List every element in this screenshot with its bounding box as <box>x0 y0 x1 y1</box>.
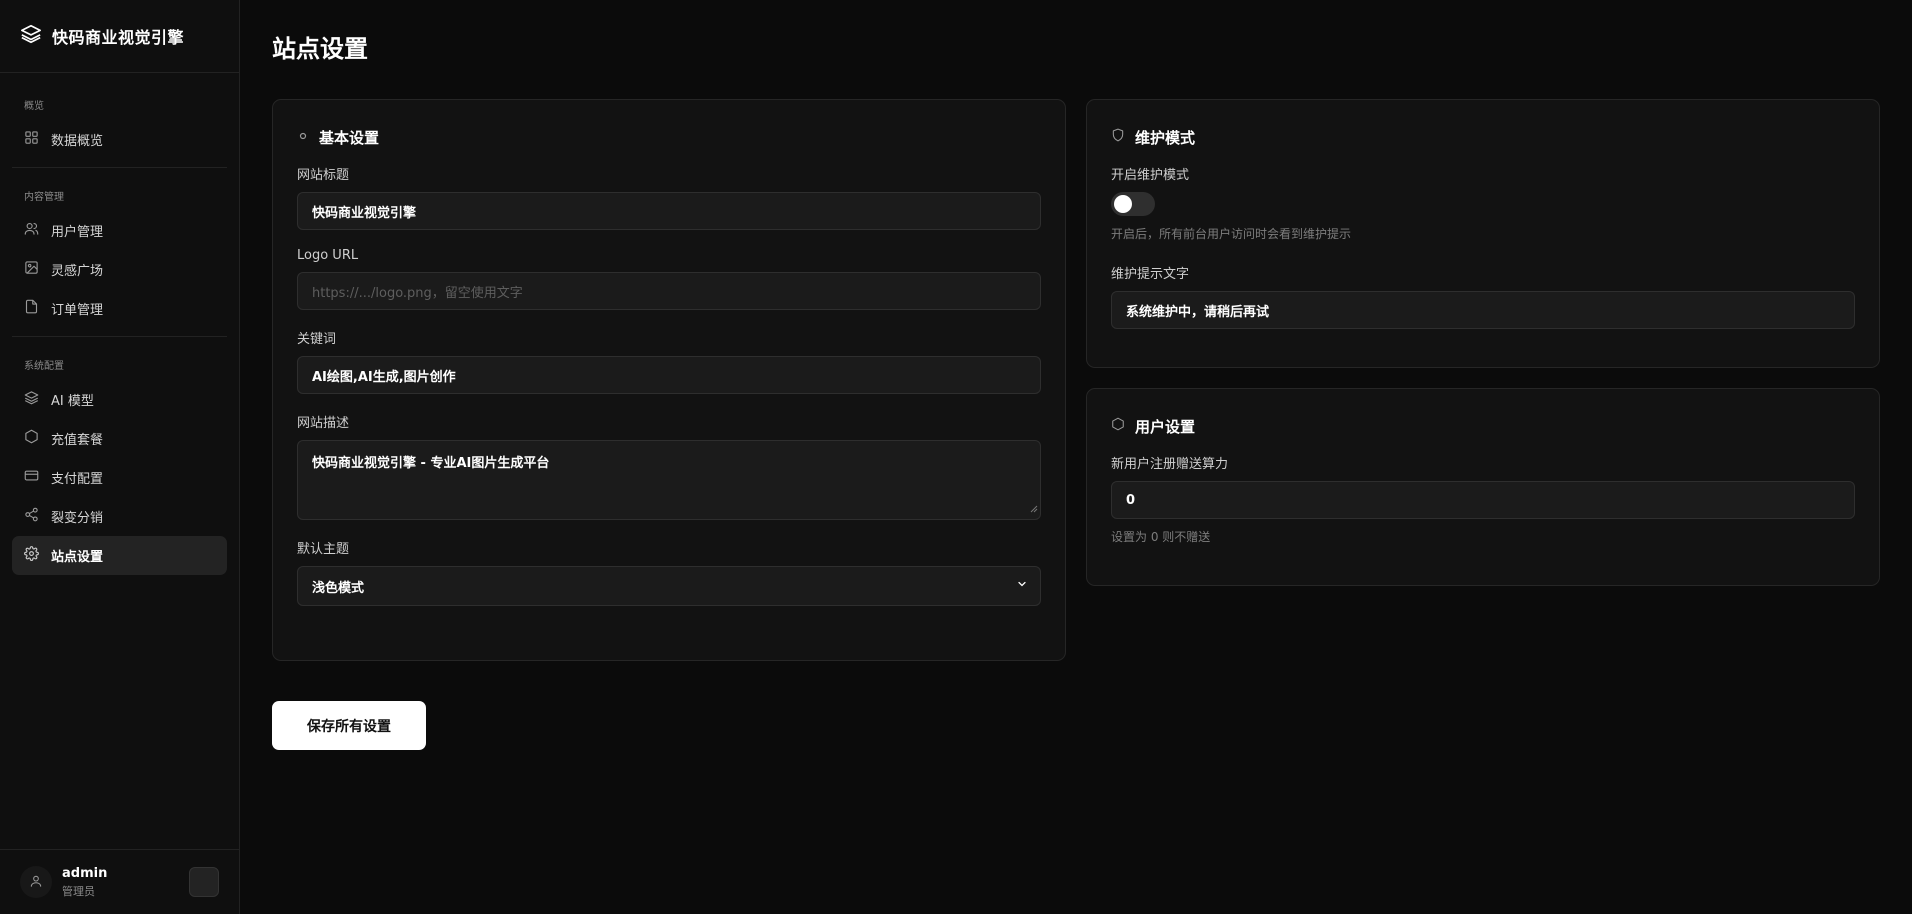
user-role: 管理员 <box>62 884 95 898</box>
chevron-down-icon <box>1016 578 1028 594</box>
nav-group-title-overview: 概览 <box>24 101 44 112</box>
sidebar-item-label: 站点设置 <box>51 550 104 565</box>
user-settings-title: 用户设置 <box>1135 417 1196 436</box>
sidebar-item-dashboard[interactable]: 数据概览 <box>12 120 227 159</box>
sidebar-item-payment[interactable]: 支付配置 <box>12 458 227 497</box>
description-textarea[interactable]: 快码商业视觉引擎 - 专业AI图片生成平台 <box>297 440 1041 520</box>
sidebar-item-users[interactable]: 用户管理 <box>12 211 227 250</box>
hexagon-icon <box>24 429 39 448</box>
card-icon <box>24 468 39 487</box>
sidebar-item-label: 订单管理 <box>51 303 104 318</box>
layers-icon <box>20 23 42 49</box>
sidebar-item-label: 裂变分销 <box>51 511 104 526</box>
nav-divider <box>12 336 227 337</box>
theme-select[interactable]: 浅色模式 <box>297 566 1041 606</box>
logo-url-label: Logo URL <box>297 248 359 263</box>
user-box: admin 管理员 <box>0 849 239 914</box>
nav-group-title-content: 内容管理 <box>24 192 64 203</box>
circle-icon <box>297 128 309 146</box>
main-content: 站点设置 基本设置 网站标题 快码商业视觉引擎 Logo URL https:/… <box>240 0 1912 914</box>
sidebar-item-label: 充值套餐 <box>51 433 104 448</box>
sidebar-item-label: 数据概览 <box>51 134 104 149</box>
basic-settings-title: 基本设置 <box>319 128 380 147</box>
site-title-field: 网站标题 快码商业视觉引擎 <box>297 164 1041 230</box>
toggle-knob <box>1114 195 1132 213</box>
keywords-input[interactable]: AI绘图,AI生成,图片创作 <box>297 356 1041 394</box>
maintenance-toggle-label: 开启维护模式 <box>1111 168 1190 183</box>
site-title-input[interactable]: 快码商业视觉引擎 <box>297 192 1041 230</box>
logo-url-input[interactable]: https://.../logo.png，留空使用文字 <box>297 272 1041 310</box>
sidebar-item-label: AI 模型 <box>51 394 94 409</box>
gift-credits-field: 新用户注册赠送算力 0 设置为 0 则不赠送 <box>1111 453 1855 545</box>
users-icon <box>24 221 39 240</box>
theme-field: 默认主题 浅色模式 <box>297 538 1041 606</box>
page-title: 站点设置 <box>272 35 368 63</box>
user-menu-button[interactable] <box>189 867 219 897</box>
site-title-label: 网站标题 <box>297 168 350 183</box>
basic-settings-card: 基本设置 网站标题 快码商业视觉引擎 Logo URL https://.../… <box>272 99 1066 661</box>
user-settings-card: 用户设置 新用户注册赠送算力 0 设置为 0 则不赠送 <box>1086 388 1880 586</box>
sidebar-item-label: 支付配置 <box>51 472 104 487</box>
sidebar-item-label: 灵感广场 <box>51 264 104 279</box>
maintenance-title: 维护模式 <box>1135 128 1196 147</box>
maintenance-toggle[interactable] <box>1111 192 1155 216</box>
nav-divider <box>12 167 227 168</box>
file-icon <box>24 299 39 318</box>
sidebar-item-referral[interactable]: 裂变分销 <box>12 497 227 536</box>
settings-columns: 基本设置 网站标题 快码商业视觉引擎 Logo URL https://.../… <box>272 99 1880 750</box>
description-label: 网站描述 <box>297 416 350 431</box>
maintenance-card: 维护模式 开启维护模式 开启后，所有前台用户访问时会看到维护提示 维护提示文字 … <box>1086 99 1880 368</box>
image-icon <box>24 260 39 279</box>
gift-credits-hint: 设置为 0 则不赠送 <box>1111 530 1211 544</box>
gift-credits-input[interactable]: 0 <box>1111 481 1855 519</box>
sidebar-nav: 概览 数据概览 内容管理 用户管理 灵感广场 订单管理 系统配置 AI 模型 充… <box>0 73 239 849</box>
save-button[interactable]: 保存所有设置 <box>272 701 426 750</box>
user-icon <box>29 873 43 892</box>
keywords-label: 关键词 <box>297 332 337 347</box>
keywords-field: 关键词 AI绘图,AI生成,图片创作 <box>297 328 1041 394</box>
gift-credits-label: 新用户注册赠送算力 <box>1111 457 1229 472</box>
hexagon-icon <box>1111 417 1125 435</box>
maintenance-text-field: 维护提示文字 系统维护中，请稍后再试 <box>1111 263 1855 329</box>
brand[interactable]: 快码商业视觉引擎 <box>0 0 239 73</box>
maintenance-text-label: 维护提示文字 <box>1111 267 1190 282</box>
sidebar-item-ai-models[interactable]: AI 模型 <box>12 380 227 419</box>
sidebar-item-recharge[interactable]: 充值套餐 <box>12 419 227 458</box>
resize-handle-icon[interactable] <box>1030 502 1038 517</box>
layers-icon <box>24 390 39 409</box>
theme-select-value: 浅色模式 <box>312 580 365 596</box>
card-title: 维护模式 <box>1111 126 1855 148</box>
logo-url-field: Logo URL https://.../logo.png，留空使用文字 <box>297 248 1041 310</box>
sidebar-item-inspiration[interactable]: 灵感广场 <box>12 250 227 289</box>
app-root: 快码商业视觉引擎 概览 数据概览 内容管理 用户管理 灵感广场 订单管理 系统配… <box>0 0 1912 914</box>
card-title: 基本设置 <box>297 126 1041 148</box>
gear-icon <box>24 546 39 565</box>
user-name: admin <box>62 865 108 881</box>
brand-name: 快码商业视觉引擎 <box>52 28 185 47</box>
left-column: 基本设置 网站标题 快码商业视觉引擎 Logo URL https://.../… <box>272 99 1066 750</box>
sidebar-item-site-settings[interactable]: 站点设置 <box>12 536 227 575</box>
maintenance-text-input[interactable]: 系统维护中，请稍后再试 <box>1111 291 1855 329</box>
user-meta: admin 管理员 <box>62 866 179 899</box>
sidebar-item-label: 用户管理 <box>51 225 104 240</box>
description-value: 快码商业视觉引擎 - 专业AI图片生成平台 <box>312 456 550 471</box>
shield-icon <box>1111 128 1125 146</box>
sidebar: 快码商业视觉引擎 概览 数据概览 内容管理 用户管理 灵感广场 订单管理 系统配… <box>0 0 240 914</box>
card-title: 用户设置 <box>1111 415 1855 437</box>
grid-icon <box>24 130 39 149</box>
theme-label: 默认主题 <box>297 542 350 557</box>
sidebar-item-orders[interactable]: 订单管理 <box>12 289 227 328</box>
nav-group-title-system: 系统配置 <box>24 361 64 372</box>
avatar[interactable] <box>20 866 52 898</box>
maintenance-toggle-hint: 开启后，所有前台用户访问时会看到维护提示 <box>1111 227 1352 241</box>
maintenance-toggle-field: 开启维护模式 开启后，所有前台用户访问时会看到维护提示 <box>1111 164 1855 242</box>
description-field: 网站描述 快码商业视觉引擎 - 专业AI图片生成平台 <box>297 412 1041 520</box>
right-column: 维护模式 开启维护模式 开启后，所有前台用户访问时会看到维护提示 维护提示文字 … <box>1086 99 1880 750</box>
share-icon <box>24 507 39 526</box>
